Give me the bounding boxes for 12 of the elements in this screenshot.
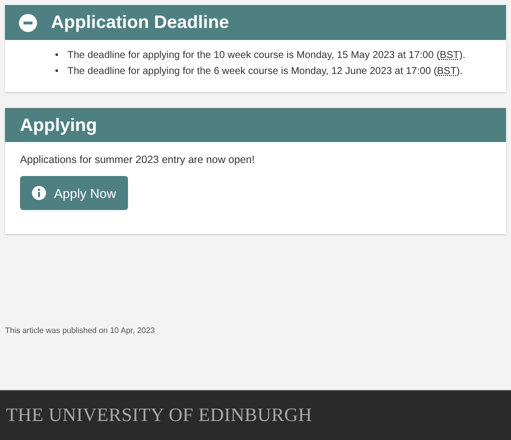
deadline-item: The deadline for applying for the 6 week course is Monday, 12 June 2023 at 17:00 (BST). — [68, 65, 463, 79]
info-icon — [32, 186, 46, 200]
panel-header[interactable]: Application Deadline — [5, 5, 506, 40]
panel-title: Application Deadline — [51, 12, 230, 33]
panel-title: Applying — [20, 114, 97, 136]
panel-text: Applications for summer 2023 entry are now open! — [20, 153, 255, 167]
deadline-item: The deadline for applying for the 10 week course is Monday, 15 May 2023 at 17:00 (BST). — [68, 49, 466, 63]
bullet-marker: • — [55, 65, 59, 79]
minus-circle-icon[interactable] — [19, 14, 37, 32]
apply-now-button[interactable]: Apply Now — [20, 176, 128, 210]
published-date-text: This article was published on 10 Apr, 2023 — [5, 326, 155, 335]
bullet-marker: • — [55, 49, 59, 63]
